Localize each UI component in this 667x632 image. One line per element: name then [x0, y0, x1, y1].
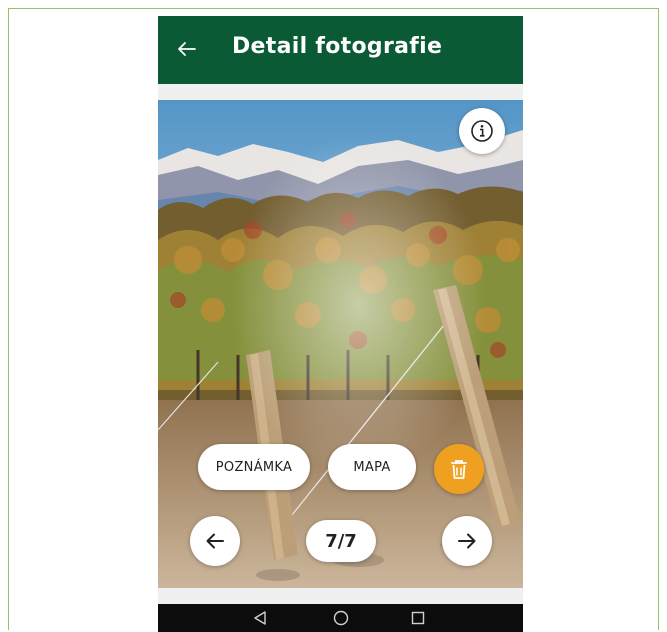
delete-button[interactable]: [434, 444, 484, 494]
arrow-right-icon: [458, 533, 476, 549]
trash-icon: [451, 460, 467, 479]
phone-screen: Detail fotografie POZNÁMKA MAPA 7/7: [158, 16, 523, 632]
info-button[interactable]: [459, 108, 505, 154]
triangle-back-icon: [254, 611, 266, 625]
back-button[interactable]: [172, 34, 202, 64]
system-back-button[interactable]: [250, 608, 270, 628]
next-photo-button[interactable]: [442, 516, 492, 566]
vineyard-photo: [158, 100, 523, 588]
photo-counter: 7/7: [306, 520, 376, 562]
map-button-label: MAPA: [353, 459, 391, 475]
info-icon: [471, 120, 493, 142]
app-bar: Detail fotografie: [158, 16, 523, 84]
note-button[interactable]: POZNÁMKA: [198, 444, 310, 490]
system-nav-bar: [158, 604, 523, 632]
system-recents-button[interactable]: [408, 608, 428, 628]
photo-view[interactable]: [158, 100, 523, 588]
square-recents-icon: [411, 611, 425, 625]
arrow-left-icon: [178, 42, 196, 56]
circle-home-icon: [333, 610, 349, 626]
map-button[interactable]: MAPA: [328, 444, 416, 490]
arrow-left-icon: [206, 533, 224, 549]
note-button-label: POZNÁMKA: [215, 459, 293, 475]
page-title: Detail fotografie: [232, 34, 443, 59]
previous-photo-button[interactable]: [190, 516, 240, 566]
system-home-button[interactable]: [331, 608, 351, 628]
